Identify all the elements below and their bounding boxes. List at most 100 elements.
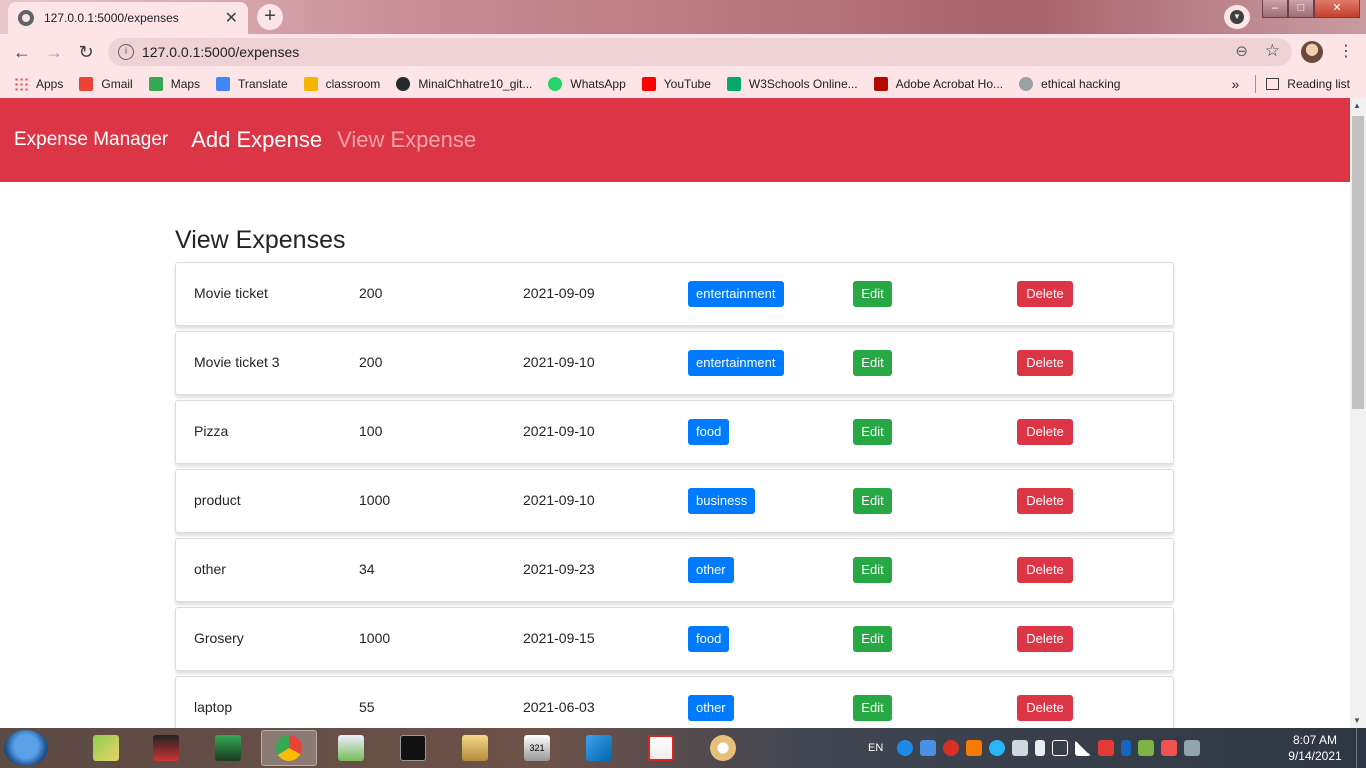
- battery-icon[interactable]: [1035, 740, 1046, 756]
- app-navbar: Expense Manager Add Expense View Expense: [0, 98, 1350, 182]
- explorer-taskbar-app[interactable]: [78, 730, 134, 766]
- delete-button[interactable]: Delete: [1017, 557, 1073, 583]
- menu-kebab-icon[interactable]: ⋮: [1338, 41, 1354, 61]
- file-manager-icon: [462, 735, 488, 761]
- display-icon[interactable]: [1184, 740, 1201, 756]
- chrome-taskbar-app[interactable]: [261, 730, 317, 766]
- new-tab-button[interactable]: +: [257, 4, 283, 30]
- page-scrollbar[interactable]: ▲ ▼: [1350, 98, 1366, 728]
- tab-close-icon[interactable]: ✕: [225, 8, 238, 28]
- bookmark-star-icon[interactable]: ☆: [1265, 41, 1280, 61]
- delete-button[interactable]: Delete: [1017, 695, 1073, 721]
- language-indicator[interactable]: EN: [868, 742, 883, 754]
- start-button[interactable]: [4, 730, 48, 766]
- edit-button[interactable]: Edit: [853, 626, 892, 652]
- bookmark-label: Translate: [238, 77, 288, 91]
- expense-amount: 1000: [359, 492, 391, 508]
- expense-list: Movie ticket 200 2021-09-09 entertainment Ed…: [175, 262, 1174, 728]
- bookmark-item[interactable]: W3Schools Online...: [726, 77, 858, 91]
- edit-button[interactable]: Edit: [853, 557, 892, 583]
- more-bookmarks-button[interactable]: »: [1232, 76, 1240, 92]
- address-bar[interactable]: i 127.0.0.1:5000/expenses ⊖ ☆: [108, 38, 1292, 66]
- monitor-taskbar-app[interactable]: [200, 730, 256, 766]
- wps-taskbar-app[interactable]: [633, 730, 689, 766]
- vscode-taskbar-app[interactable]: [571, 730, 627, 766]
- edit-button[interactable]: Edit: [853, 350, 892, 376]
- show-desktop-button[interactable]: [1356, 728, 1366, 768]
- forward-arrow-icon[interactable]: →: [42, 40, 66, 64]
- expense-amount: 55: [359, 699, 375, 715]
- nav-add-expense[interactable]: Add Expense: [191, 127, 322, 153]
- chrome-icon: [276, 735, 302, 761]
- paint-taskbar-app[interactable]: [695, 730, 751, 766]
- gmail-icon: [79, 77, 94, 91]
- maximize-button[interactable]: □: [1288, 0, 1314, 18]
- bookmark-label: Apps: [36, 77, 64, 91]
- expense-row: Movie ticket 200 2021-09-09 entertainment Ed…: [175, 262, 1174, 326]
- scrollbar-thumb[interactable]: [1352, 116, 1364, 409]
- divider: [1255, 75, 1257, 93]
- translate-icon: [216, 77, 231, 91]
- system-clock[interactable]: 8:07 AM 9/14/2021: [1282, 732, 1348, 764]
- edit-button[interactable]: Edit: [853, 281, 892, 307]
- delete-button[interactable]: Delete: [1017, 350, 1073, 376]
- delete-button[interactable]: Delete: [1017, 488, 1073, 514]
- profile-avatar[interactable]: [1301, 41, 1323, 63]
- browser-toolbar: ← → ↻ i 127.0.0.1:5000/expenses ⊖ ☆ ⋮: [0, 34, 1366, 70]
- help-icon[interactable]: [897, 740, 914, 756]
- files-taskbar-app[interactable]: [447, 730, 503, 766]
- bookmark-item[interactable]: Maps: [148, 77, 200, 91]
- delete-button[interactable]: Delete: [1017, 626, 1073, 652]
- reading-list-button[interactable]: Reading list: [1287, 77, 1350, 91]
- apps-grid-icon: [14, 77, 28, 91]
- bookmark-item[interactable]: YouTube: [641, 77, 711, 91]
- zoom-icon[interactable]: ⊖: [1235, 42, 1248, 60]
- close-window-button[interactable]: ✕: [1314, 0, 1360, 18]
- nav-view-expense[interactable]: View Expense: [337, 127, 476, 153]
- edit-button[interactable]: Edit: [853, 419, 892, 445]
- media-player-taskbar-app[interactable]: 321: [509, 730, 565, 766]
- site-info-icon[interactable]: i: [118, 44, 134, 60]
- expense-row: laptop 55 2021-06-03 other Edit Delete: [175, 676, 1174, 728]
- safely-remove-icon[interactable]: [1138, 740, 1155, 756]
- archive-icon[interactable]: [966, 740, 983, 756]
- scroll-down-icon[interactable]: ▼: [1353, 716, 1361, 725]
- volume-icon[interactable]: [1012, 740, 1029, 756]
- brand-link[interactable]: Expense Manager: [14, 129, 168, 151]
- clapper-icon: 321: [524, 735, 550, 761]
- bookmark-item[interactable]: WhatsApp: [548, 77, 626, 91]
- bookmark-item[interactable]: Adobe Acrobat Ho...: [873, 77, 1003, 91]
- reload-icon[interactable]: ↻: [74, 40, 98, 64]
- cmd-taskbar-app[interactable]: [385, 730, 441, 766]
- security-icon[interactable]: [1161, 740, 1178, 756]
- scroll-up-icon[interactable]: ▲: [1353, 101, 1361, 110]
- minimize-button[interactable]: –: [1262, 0, 1288, 18]
- back-arrow-icon[interactable]: ←: [10, 40, 34, 64]
- url-text[interactable]: 127.0.0.1:5000/expenses: [142, 44, 299, 60]
- move-icon[interactable]: [1052, 740, 1069, 756]
- bookmark-item[interactable]: Gmail: [79, 77, 133, 91]
- network-share-icon[interactable]: [989, 740, 1006, 756]
- github-icon: [396, 77, 411, 91]
- bluetooth-icon[interactable]: [1121, 740, 1132, 756]
- delete-button[interactable]: Delete: [1017, 281, 1073, 307]
- cloud-icon[interactable]: [920, 740, 937, 756]
- edit-button[interactable]: Edit: [853, 488, 892, 514]
- browser-tab[interactable]: 127.0.0.1:5000/expenses ✕: [8, 2, 248, 34]
- ms-office-taskbar-app[interactable]: [138, 730, 194, 766]
- delete-button[interactable]: Delete: [1017, 419, 1073, 445]
- expense-amount: 34: [359, 561, 375, 577]
- signal-icon[interactable]: [1075, 740, 1092, 756]
- action-center-icon[interactable]: [1098, 740, 1115, 756]
- bookmark-item[interactable]: Apps: [14, 77, 63, 91]
- bookmark-item[interactable]: classroom: [303, 77, 380, 91]
- mcafee-icon[interactable]: [943, 740, 960, 756]
- notepadpp-taskbar-app[interactable]: [323, 730, 379, 766]
- edit-button[interactable]: Edit: [853, 695, 892, 721]
- tab-search-button[interactable]: ▼: [1224, 5, 1250, 29]
- bookmark-item[interactable]: Translate: [216, 77, 288, 91]
- window-controls: – □ ✕: [1262, 0, 1360, 18]
- bookmark-item[interactable]: MinalChhatre10_git...: [396, 77, 532, 91]
- bookmark-label: MinalChhatre10_git...: [418, 77, 533, 91]
- bookmark-item[interactable]: ethical hacking: [1019, 77, 1120, 91]
